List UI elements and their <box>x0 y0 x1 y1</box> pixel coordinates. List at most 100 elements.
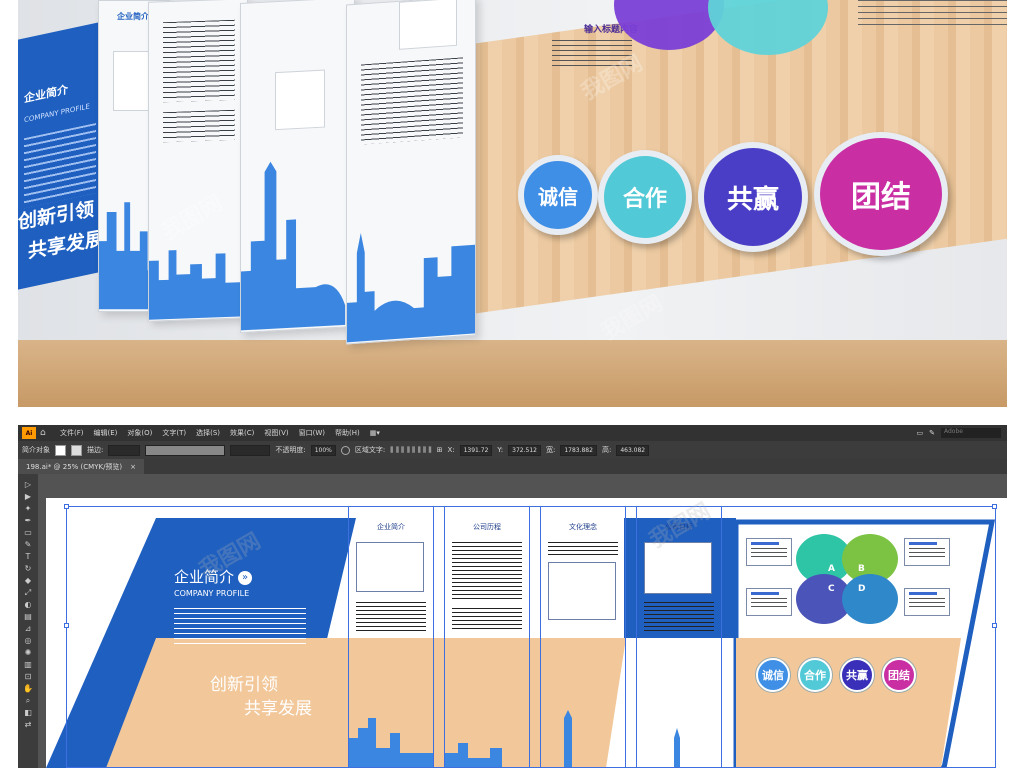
image-placeholder <box>275 69 325 131</box>
recolor-icon[interactable] <box>340 445 350 455</box>
toolbar: ▷ ▶ ✦ ✒ ▭ ✎ T ↻ ◆ ⤢ ◐ ▤ ⊿ ◎ ✺ ▥ ⊡ ✋ ⌕ ◧ … <box>18 474 38 768</box>
pencil-tool-icon[interactable]: ✎ <box>22 540 34 549</box>
magic-wand-icon[interactable]: ✦ <box>22 504 34 513</box>
layout-icon[interactable]: ▦▾ <box>370 429 380 437</box>
right-text-lines <box>552 40 632 66</box>
panel-title: 企业简介 <box>24 82 68 106</box>
skyline-2 <box>149 250 247 320</box>
rotate-tool-icon[interactable]: ↻ <box>22 564 34 573</box>
panel-subtitle: COMPANY PROFILE <box>24 102 90 125</box>
right-top-text <box>858 0 1007 30</box>
artboard-tool-icon[interactable]: ⊡ <box>22 672 34 681</box>
control-bar: 简介对象 描边: 不透明度: 100% 区域文字: ⫼ ⫼ ⫼ ⫼ ⫼ ⫼ ⫼ … <box>18 441 1007 459</box>
menu-effect[interactable]: 效果(C) <box>230 428 254 438</box>
workspace-area: ▭ ✎ Adobe <box>917 428 1001 438</box>
floor <box>18 340 1007 407</box>
w-label: 宽: <box>545 446 556 454</box>
render-panel-4 <box>346 0 476 345</box>
selection-tool-icon[interactable]: ▷ <box>22 480 34 489</box>
w-field[interactable]: 1783.882 <box>560 444 597 456</box>
screenshot-root: 企业简介 COMPANY PROFILE 创新引领 共享发展 企业简介 输入标题… <box>0 0 1024 768</box>
value-label: 共赢 <box>726 184 779 215</box>
eyedropper-tool-icon[interactable]: ⊿ <box>22 624 34 633</box>
menu-type[interactable]: 文字(T) <box>162 428 186 438</box>
type-tool-icon[interactable]: T <box>22 552 34 561</box>
close-icon[interactable]: × <box>130 463 136 471</box>
selection-column[interactable] <box>444 506 530 768</box>
fill-stroke-icon[interactable]: ◧ <box>22 708 34 717</box>
doc-tab[interactable]: 198.ai* @ 25% (CMYK/预览) × <box>18 459 145 474</box>
menu-object[interactable]: 对象(O) <box>127 428 152 438</box>
separator <box>0 407 1024 425</box>
pen-tool-icon[interactable]: ✒ <box>22 516 34 525</box>
resize-handle[interactable] <box>64 504 69 509</box>
selection-column[interactable] <box>540 506 626 768</box>
direct-selection-tool-icon[interactable]: ▶ <box>22 492 34 501</box>
value-circle-winwin: 共赢 <box>698 142 808 252</box>
opacity-label: 不透明度: <box>275 446 306 454</box>
render-panel-3 <box>240 0 355 334</box>
document-tabs: 198.ai* @ 25% (CMYK/预览) × <box>18 459 1007 474</box>
align-icons[interactable]: ⫼ ⫼ ⫼ ⫼ ⫼ ⫼ ⫼ ⫼ <box>390 446 431 455</box>
zoom-tool-icon[interactable]: ⌕ <box>22 696 34 705</box>
brush-icon[interactable]: ✎ <box>929 429 935 437</box>
selection-bounding-box[interactable] <box>66 506 996 768</box>
graph-tool-icon[interactable]: ▥ <box>22 660 34 669</box>
rectangle-tool-icon[interactable]: ▭ <box>22 528 34 537</box>
y-label: Y: <box>497 446 504 454</box>
menu-file[interactable]: 文件(F) <box>60 428 84 438</box>
blend-tool-icon[interactable]: ◎ <box>22 636 34 645</box>
x-field[interactable]: 1391.72 <box>459 444 493 456</box>
canvas[interactable]: 企业简介» COMPANY PROFILE 创新引领 共享发展 企业简介 公司历… <box>38 474 1007 768</box>
render-slogan: 创新引领 共享发展 <box>18 198 104 263</box>
symbol-tool-icon[interactable]: ✺ <box>22 648 34 657</box>
home-icon[interactable]: ⌂ <box>40 428 52 438</box>
menu-help[interactable]: 帮助(H) <box>335 428 360 438</box>
menu-bar: Ai ⌂ 文件(F) 编辑(E) 对象(O) 文字(T) 选择(S) 效果(C)… <box>18 425 1007 441</box>
search-input[interactable]: Adobe <box>941 428 1001 438</box>
value-circle-cooperation: 合作 <box>598 150 692 244</box>
transform-icon[interactable]: ⊞ <box>437 446 443 454</box>
hand-tool-icon[interactable]: ✋ <box>22 684 34 693</box>
resize-handle[interactable] <box>992 623 997 628</box>
text-block <box>163 19 235 103</box>
menu-window[interactable]: 窗口(W) <box>299 428 325 438</box>
app-logo: Ai <box>22 427 36 439</box>
h-field[interactable]: 463.082 <box>616 444 650 456</box>
resize-handle[interactable] <box>64 623 69 628</box>
value-label: 团结 <box>851 180 911 215</box>
selection-column[interactable] <box>636 506 722 768</box>
resize-handle[interactable] <box>992 504 997 509</box>
opacity-field[interactable]: 100% <box>310 444 336 456</box>
render-preview: 企业简介 COMPANY PROFILE 创新引领 共享发展 企业简介 输入标题… <box>18 0 1007 407</box>
selection-column[interactable] <box>348 506 434 768</box>
y-field[interactable]: 372.512 <box>508 444 541 456</box>
stroke-swatch[interactable] <box>71 444 82 456</box>
skyline-4 <box>347 233 475 343</box>
value-label: 诚信 <box>538 184 578 209</box>
selection-label: 简介对象 <box>22 446 50 454</box>
menu-select[interactable]: 选择(S) <box>196 428 220 438</box>
render-panel-title: 企业简介 <box>117 12 149 21</box>
swap-color-icon[interactable]: ⇄ <box>22 720 34 729</box>
shape-builder-icon[interactable]: ◐ <box>22 600 34 609</box>
scale-tool-icon[interactable]: ⤢ <box>22 588 34 597</box>
h-label: 高: <box>601 446 612 454</box>
eraser-tool-icon[interactable]: ◆ <box>22 576 34 585</box>
brush-definition[interactable] <box>230 444 271 456</box>
value-circle-unity: 团结 <box>814 132 948 256</box>
artboard: 企业简介» COMPANY PROFILE 创新引领 共享发展 企业简介 公司历… <box>46 498 1007 768</box>
value-circle-integrity: 诚信 <box>518 155 598 235</box>
menu-edit[interactable]: 编辑(E) <box>94 428 118 438</box>
menu-view[interactable]: 视图(V) <box>264 428 288 438</box>
workspace-icon[interactable]: ▭ <box>917 429 924 437</box>
gradient-tool-icon[interactable]: ▤ <box>22 612 34 621</box>
image-placeholder <box>399 0 457 50</box>
text-block <box>163 109 235 143</box>
variable-width-profile[interactable] <box>145 444 226 456</box>
area-type-label: 区域文字: <box>354 446 386 454</box>
x-label: X: <box>447 446 455 454</box>
fill-swatch[interactable] <box>55 444 66 456</box>
render-panel-2 <box>148 0 248 322</box>
stroke-weight-field[interactable] <box>108 444 141 456</box>
